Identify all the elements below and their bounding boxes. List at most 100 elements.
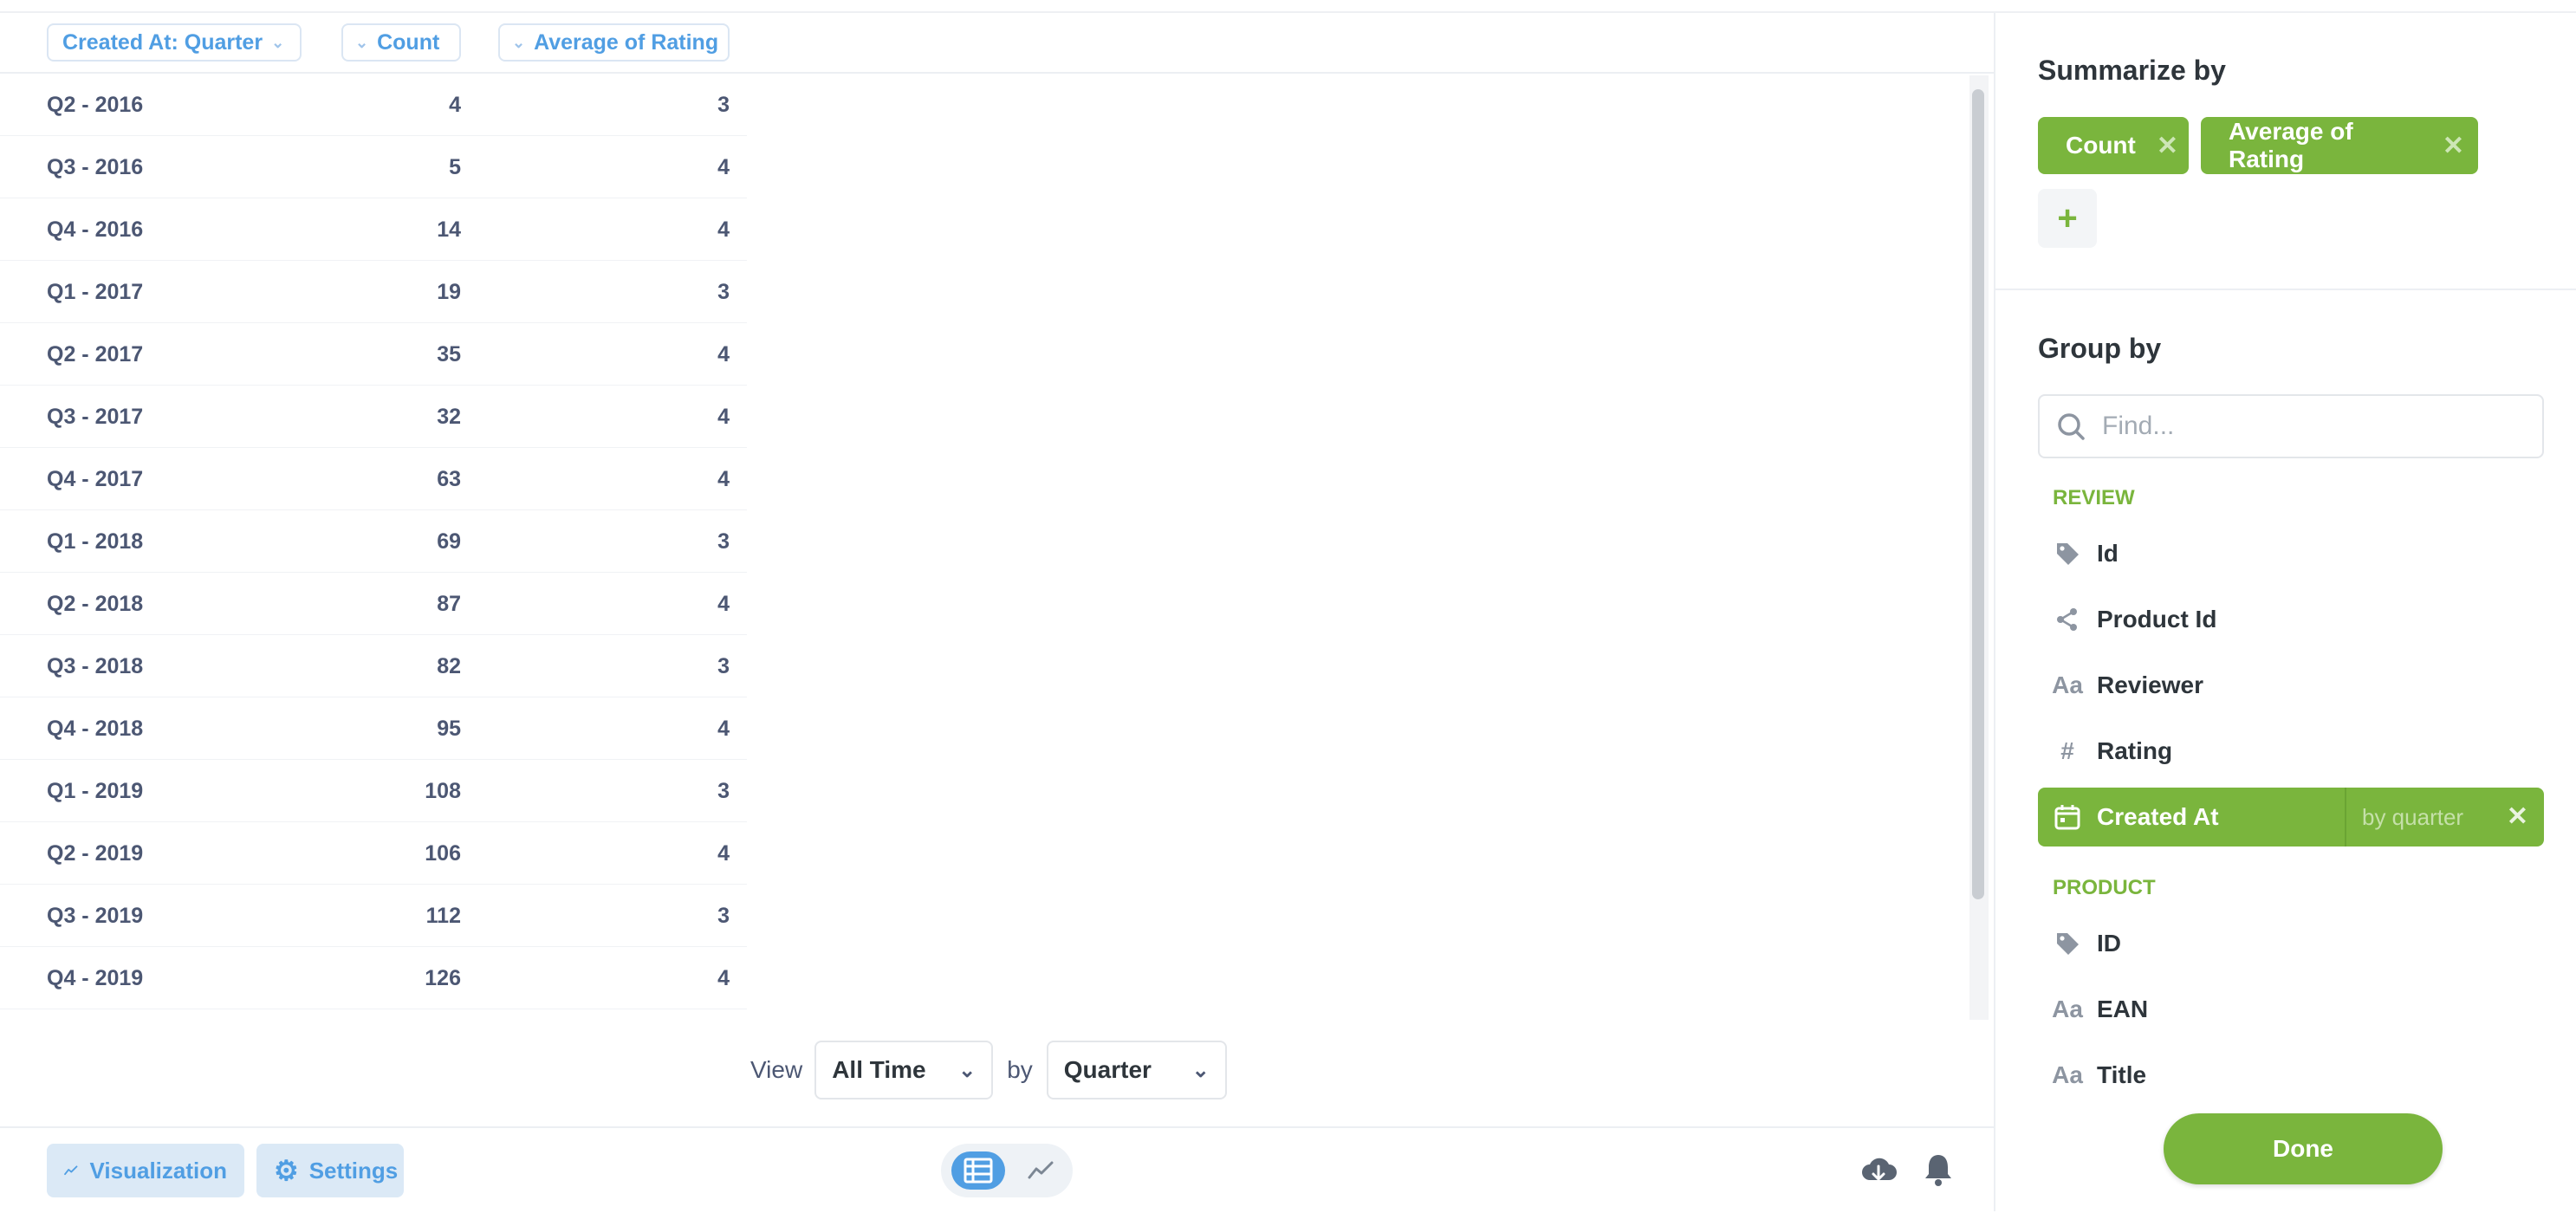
table-cell: Q4 - 2019 bbox=[47, 966, 144, 990]
table-row: Q4 - 2017 63 4 bbox=[0, 448, 747, 510]
bell-icon[interactable] bbox=[1923, 1152, 1954, 1187]
table-cell: 87 bbox=[437, 592, 461, 616]
table-view-toggle[interactable] bbox=[951, 1151, 1005, 1190]
chevron-down-icon: ⌄ bbox=[958, 1058, 977, 1082]
settings-button[interactable]: ⚙ Settings bbox=[256, 1144, 404, 1197]
dimension-label: Title bbox=[2097, 1061, 2147, 1088]
chart-view-toggle[interactable] bbox=[1019, 1151, 1062, 1190]
dimension-item-product-id-key[interactable]: ID bbox=[2038, 914, 2544, 973]
chevron-down-icon: ⌄ bbox=[355, 33, 369, 51]
metric-label: Count bbox=[2066, 132, 2136, 159]
table-cell: 112 bbox=[425, 904, 461, 928]
table-row: Q3 - 2019 112 3 bbox=[0, 885, 747, 947]
table-cell: 82 bbox=[437, 654, 461, 678]
top-border bbox=[0, 0, 2576, 13]
table-cell: Q2 - 2018 bbox=[47, 592, 144, 616]
time-range-select[interactable]: All Time ⌄ bbox=[814, 1041, 994, 1099]
visualization-label: Visualization bbox=[89, 1157, 227, 1184]
dimension-item-created-at[interactable]: Created At by quarter ✕ bbox=[2038, 788, 2544, 847]
chevron-down-icon: ⌄ bbox=[271, 33, 285, 51]
results-table-area: Created At: Quarter ⌄ ⌄ Count ⌄ Average … bbox=[0, 13, 1994, 1126]
column-header-label: Average of Rating bbox=[534, 29, 719, 55]
metric-chip-count[interactable]: Count ✕ bbox=[2038, 117, 2189, 174]
time-range-value: All Time bbox=[832, 1056, 926, 1083]
scrollbar-thumb[interactable] bbox=[1972, 89, 1984, 899]
line-chart-icon bbox=[64, 1165, 78, 1176]
sidebar-divider bbox=[1995, 289, 2576, 290]
table-row: Q1 - 2017 19 3 bbox=[0, 261, 747, 323]
add-metric-button[interactable]: + bbox=[2038, 189, 2097, 248]
done-button[interactable]: Done bbox=[2164, 1113, 2443, 1184]
close-icon[interactable]: ✕ bbox=[2157, 131, 2178, 161]
close-icon[interactable]: ✕ bbox=[2443, 131, 2464, 161]
visualization-button[interactable]: Visualization bbox=[47, 1144, 244, 1197]
column-header-average-rating[interactable]: ⌄ Average of Rating bbox=[498, 23, 730, 62]
download-icon[interactable] bbox=[1859, 1154, 1898, 1187]
column-header-label: Count bbox=[377, 29, 440, 55]
time-unit-value: Quarter bbox=[1063, 1056, 1152, 1083]
column-header-label: Created At: Quarter bbox=[62, 29, 263, 55]
table-cell: 5 bbox=[449, 155, 461, 179]
dimension-item-id[interactable]: Id bbox=[2038, 524, 2544, 583]
table-cell: Q4 - 2017 bbox=[47, 467, 144, 491]
dimension-label: Reviewer bbox=[2097, 671, 2203, 698]
table-cell: 3 bbox=[717, 779, 730, 803]
table-body: Q2 - 2016 4 3 Q3 - 2016 5 4 Q4 - 2016 14 4 Q1 … bbox=[0, 74, 747, 1009]
table-row: Q3 - 2016 5 4 bbox=[0, 136, 747, 198]
group-header-review: REVIEW bbox=[2053, 486, 2135, 509]
table-cell: 108 bbox=[425, 779, 461, 803]
close-icon[interactable]: ✕ bbox=[2507, 788, 2528, 847]
table-cell: 3 bbox=[717, 93, 730, 117]
dimension-label: Rating bbox=[2097, 737, 2173, 764]
tag-icon bbox=[2038, 541, 2097, 567]
table-cell: 3 bbox=[717, 529, 730, 554]
dimension-item-ean[interactable]: Aa EAN bbox=[2038, 980, 2544, 1039]
gear-icon: ⚙ bbox=[274, 1155, 299, 1186]
text-type-icon: Aa bbox=[2052, 1061, 2083, 1088]
dimension-label: Created At bbox=[2097, 803, 2219, 830]
search-input[interactable] bbox=[2100, 411, 2520, 442]
table-cell: 14 bbox=[437, 217, 461, 242]
table-scrollbar[interactable] bbox=[1969, 75, 1989, 1020]
dimension-label: ID bbox=[2097, 930, 2121, 957]
plus-icon: + bbox=[2057, 198, 2078, 237]
table-cell: 4 bbox=[717, 841, 730, 866]
table-cell: 35 bbox=[437, 342, 461, 366]
table-cell: 95 bbox=[437, 717, 461, 741]
time-unit-select[interactable]: Quarter ⌄ bbox=[1046, 1041, 1227, 1099]
dimension-item-rating[interactable]: # Rating bbox=[2038, 722, 2544, 781]
table-cell: 4 bbox=[717, 217, 730, 242]
dimension-item-reviewer[interactable]: Aa Reviewer bbox=[2038, 656, 2544, 715]
table-cell: Q1 - 2019 bbox=[47, 779, 144, 803]
by-label: by bbox=[1007, 1056, 1033, 1083]
dimension-item-title[interactable]: Aa Title bbox=[2038, 1046, 2544, 1105]
table-row: Q4 - 2016 14 4 bbox=[0, 198, 747, 261]
connection-icon bbox=[2038, 606, 2097, 632]
table-row: Q4 - 2018 95 4 bbox=[0, 697, 747, 760]
column-header-count[interactable]: ⌄ Count bbox=[341, 23, 461, 62]
table-row: Q3 - 2017 32 4 bbox=[0, 386, 747, 448]
table-row: Q1 - 2018 69 3 bbox=[0, 510, 747, 573]
tag-icon bbox=[2038, 931, 2097, 957]
table-cell: Q4 - 2018 bbox=[47, 717, 144, 741]
group-by-title: Group by bbox=[2038, 333, 2162, 364]
table-row: Q4 - 2019 126 4 bbox=[0, 947, 747, 1009]
table-cell: 69 bbox=[437, 529, 461, 554]
time-granularity-controls: View All Time ⌄ by Quarter ⌄ bbox=[750, 1038, 1227, 1102]
table-cell: Q2 - 2017 bbox=[47, 342, 144, 366]
dimension-label: Id bbox=[2097, 540, 2119, 567]
table-cell: 4 bbox=[717, 155, 730, 179]
column-header-created-at[interactable]: Created At: Quarter ⌄ bbox=[47, 23, 302, 62]
dimension-label: Product Id bbox=[2097, 606, 2217, 632]
dimension-item-product-id[interactable]: Product Id bbox=[2038, 590, 2544, 649]
table-row: Q2 - 2019 106 4 bbox=[0, 822, 747, 885]
text-type-icon: Aa bbox=[2052, 996, 2083, 1022]
chevron-down-icon: ⌄ bbox=[1191, 1058, 1210, 1082]
query-footer: Visualization ⚙ Settings bbox=[0, 1126, 1994, 1213]
temporal-bucket-selector[interactable]: by quarter bbox=[2345, 788, 2483, 847]
table-cell: 4 bbox=[717, 342, 730, 366]
text-type-icon: Aa bbox=[2052, 671, 2083, 698]
metric-chip-average-rating[interactable]: Average of Rating ✕ bbox=[2201, 117, 2478, 174]
number-icon: # bbox=[2060, 737, 2074, 764]
table-cell: 3 bbox=[717, 280, 730, 304]
